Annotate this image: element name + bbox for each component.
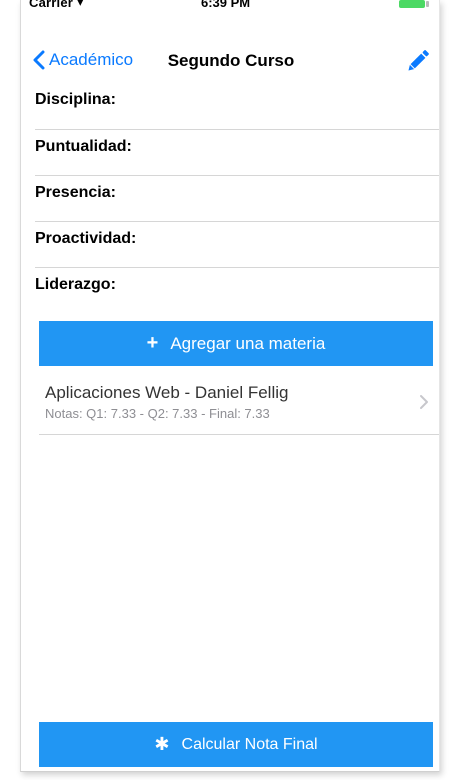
form-row-proactividad[interactable]: Proactividad:	[35, 221, 439, 267]
wifi-icon: ▾	[77, 0, 84, 9]
status-bar: Carrier ▾ 6:39 PM	[21, 0, 439, 20]
battery-icon	[399, 0, 425, 8]
form-row-label: Disciplina:	[35, 91, 116, 108]
subject-title: Aplicaciones Web - Daniel Fellig	[45, 383, 289, 402]
asterisk-icon: ✱	[154, 734, 170, 754]
navigation-bar: Académico Segundo Curso	[21, 38, 439, 82]
calculate-final-grade-button[interactable]: ✱ Calcular Nota Final	[39, 722, 433, 767]
pencil-icon[interactable]	[404, 47, 432, 75]
calculate-label: Calcular Nota Final	[181, 735, 318, 753]
form-row-presencia[interactable]: Presencia:	[35, 175, 439, 221]
form-row-label: Puntualidad:	[35, 138, 132, 155]
subject-notes: Notas: Q1: 7.33 - Q2: 7.33 - Final: 7.33	[45, 406, 270, 421]
list-item[interactable]: Aplicaciones Web - Daniel Fellig Notas: …	[39, 366, 439, 435]
chevron-right-icon	[420, 395, 428, 409]
phone-screen: Carrier ▾ 6:39 PM Académico Segundo Curs…	[20, 0, 440, 772]
page-title: Segundo Curso	[167, 51, 295, 70]
add-subject-button[interactable]: + Agregar una materia	[39, 321, 433, 366]
status-time: 6:39 PM	[201, 0, 251, 10]
carrier-label: Carrier	[29, 0, 74, 10]
form-row-puntualidad[interactable]: Puntualidad:	[35, 129, 439, 175]
form-row-label: Liderazgo:	[35, 276, 116, 293]
plus-icon: +	[146, 332, 159, 354]
form-row-label: Presencia:	[35, 184, 116, 201]
form-row-liderazgo[interactable]: Liderazgo:	[35, 267, 439, 313]
battery-tip	[426, 1, 429, 7]
evaluation-form: Disciplina: Puntualidad: Presencia: Proa…	[21, 83, 439, 313]
form-row-disciplina[interactable]: Disciplina:	[35, 83, 439, 129]
add-subject-label: Agregar una materia	[170, 333, 326, 353]
form-row-label: Proactividad:	[35, 230, 137, 247]
